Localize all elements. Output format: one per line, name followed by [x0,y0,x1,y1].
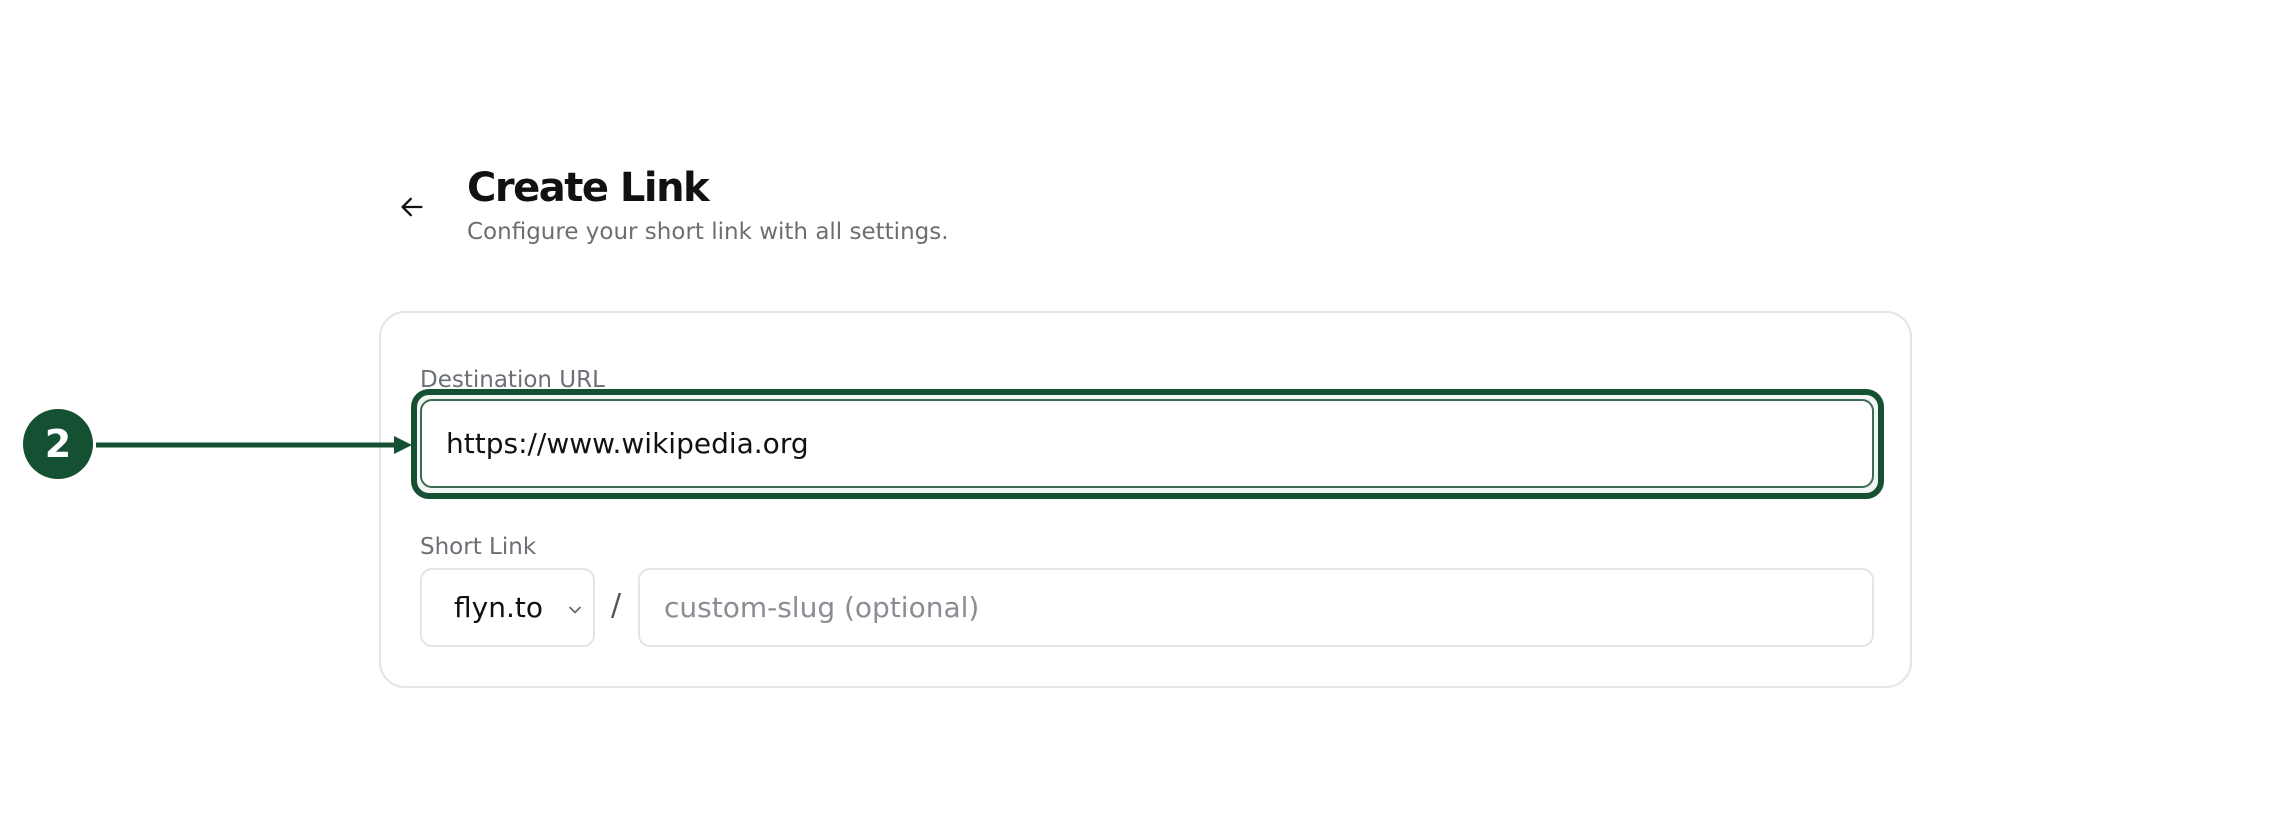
step-badge: 2 [23,409,93,479]
short-link-label: Short Link [420,534,537,560]
destination-url-input[interactable] [420,399,1874,488]
arrow-left-icon [398,193,426,221]
chevron-down-icon [565,600,585,625]
page-title: Create Link [467,165,710,211]
domain-select-value: flyn.to [454,591,543,624]
page-subtitle: Configure your short link with all setti… [467,219,949,245]
back-button[interactable] [390,185,434,229]
callout-arrow-icon [96,432,416,463]
slug-separator: / [611,588,622,623]
domain-select[interactable]: flyn.to [420,568,595,647]
custom-slug-input[interactable] [638,568,1874,647]
